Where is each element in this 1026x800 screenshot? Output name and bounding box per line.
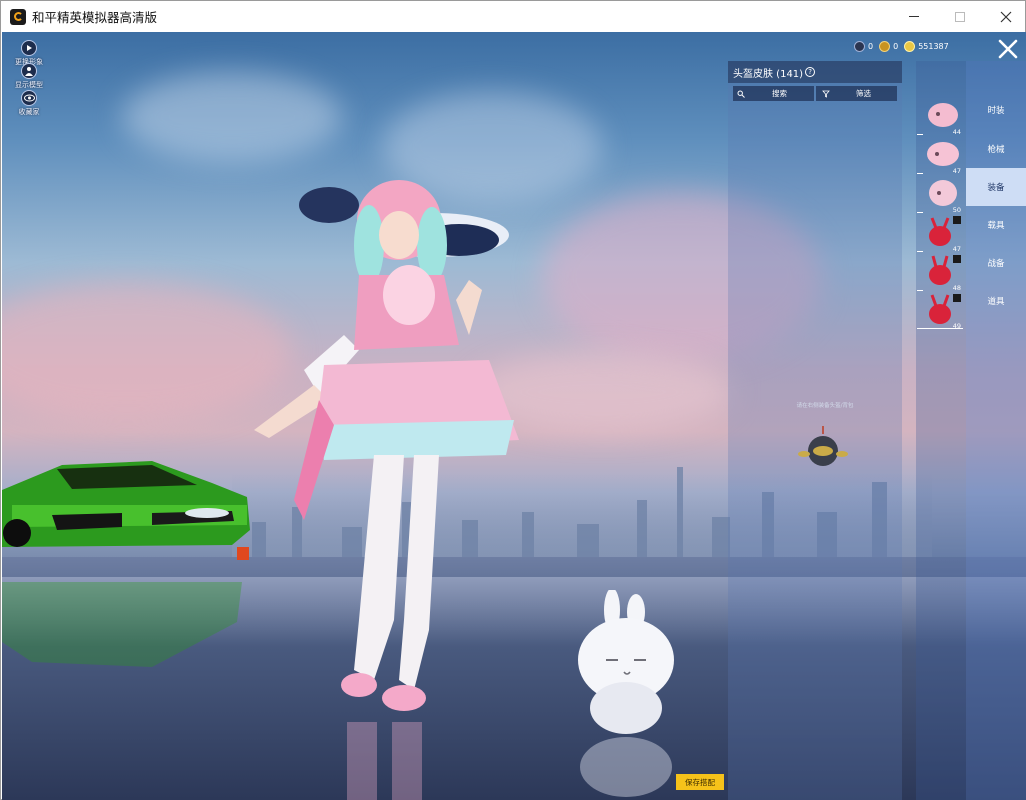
item-red-bunny-helmet[interactable]: 47 <box>917 214 963 253</box>
app-logo-icon <box>10 8 26 25</box>
item-pink-helmet[interactable]: 47 <box>917 136 963 175</box>
close-window-button[interactable] <box>983 1 1026 32</box>
search-button[interactable]: 搜索 <box>733 86 814 101</box>
emulator-window: 和平精英模拟器高清版 请在右侧装备头盔/背包 更换形象 显示模型 收藏家 0 0… <box>0 0 1026 800</box>
eye-icon <box>21 90 37 106</box>
currency-a: 0 <box>854 40 873 52</box>
item-pink-helmet[interactable]: 50 <box>917 175 963 214</box>
sports-car <box>2 461 250 560</box>
character-reflection <box>347 722 422 800</box>
currency-coins: 551387 <box>904 40 949 52</box>
search-icon <box>737 90 745 98</box>
play-icon <box>21 40 37 56</box>
tab-vehicles[interactable]: 载具 <box>966 206 1026 244</box>
close-icon <box>1000 11 1012 22</box>
game-viewport[interactable]: 请在右侧装备头盔/背包 更换形象 显示模型 收藏家 0 0 551387 头盔皮… <box>2 32 1026 800</box>
tab-props[interactable]: 道具 <box>966 282 1026 320</box>
item-red-bunny-helmet[interactable]: 48 <box>917 253 963 292</box>
currency-bar: 0 0 551387 <box>854 39 955 53</box>
show-model-control[interactable]: 显示模型 <box>8 63 50 90</box>
panel-title: 头盔皮肤 (141) <box>733 68 804 80</box>
save-outfit-button[interactable]: 保存搭配 <box>676 774 724 790</box>
collector-control[interactable]: 收藏家 <box>8 90 50 117</box>
tab-equipment[interactable]: 装备 <box>966 168 1026 206</box>
filter-icon <box>822 90 830 98</box>
helmet-skin-panel: 头盔皮肤 (141) ? 搜索 筛选 <box>728 61 902 800</box>
medal-icon <box>879 40 891 52</box>
token-icon <box>854 40 865 52</box>
item-red-bunny-helmet[interactable]: 49 <box>917 292 963 330</box>
panel-header: 头盔皮肤 (141) ? <box>728 61 902 83</box>
currency-b: 0 <box>879 40 898 52</box>
coin-icon <box>904 40 916 52</box>
close-icon[interactable] <box>997 38 1019 60</box>
item-list: 44 47 50 47 48 49 <box>916 61 966 800</box>
minimize-icon <box>909 16 919 17</box>
tab-weapons[interactable]: 枪械 <box>966 130 1026 168</box>
filter-button[interactable]: 筛选 <box>816 86 897 101</box>
help-icon[interactable]: ? <box>805 67 816 77</box>
person-icon <box>21 63 37 79</box>
tab-fashion[interactable]: 时装 <box>966 91 1026 129</box>
car-reflection <box>2 582 242 667</box>
tab-supplies[interactable]: 战备 <box>966 244 1026 282</box>
category-tabs: 时装 枪械 装备 载具 战备 道具 <box>966 61 1026 800</box>
window-title: 和平精英模拟器高清版 <box>32 10 158 25</box>
title-bar: 和平精英模拟器高清版 <box>1 1 1025 32</box>
minimize-button[interactable] <box>891 1 937 32</box>
player-character <box>254 180 519 711</box>
maximize-icon <box>955 11 965 22</box>
item-pink-helmet[interactable]: 44 <box>917 97 963 136</box>
sky-cloud <box>122 72 342 162</box>
maximize-button[interactable] <box>937 1 983 32</box>
bunny-reflection <box>580 737 672 797</box>
bunny-pet <box>578 590 674 734</box>
